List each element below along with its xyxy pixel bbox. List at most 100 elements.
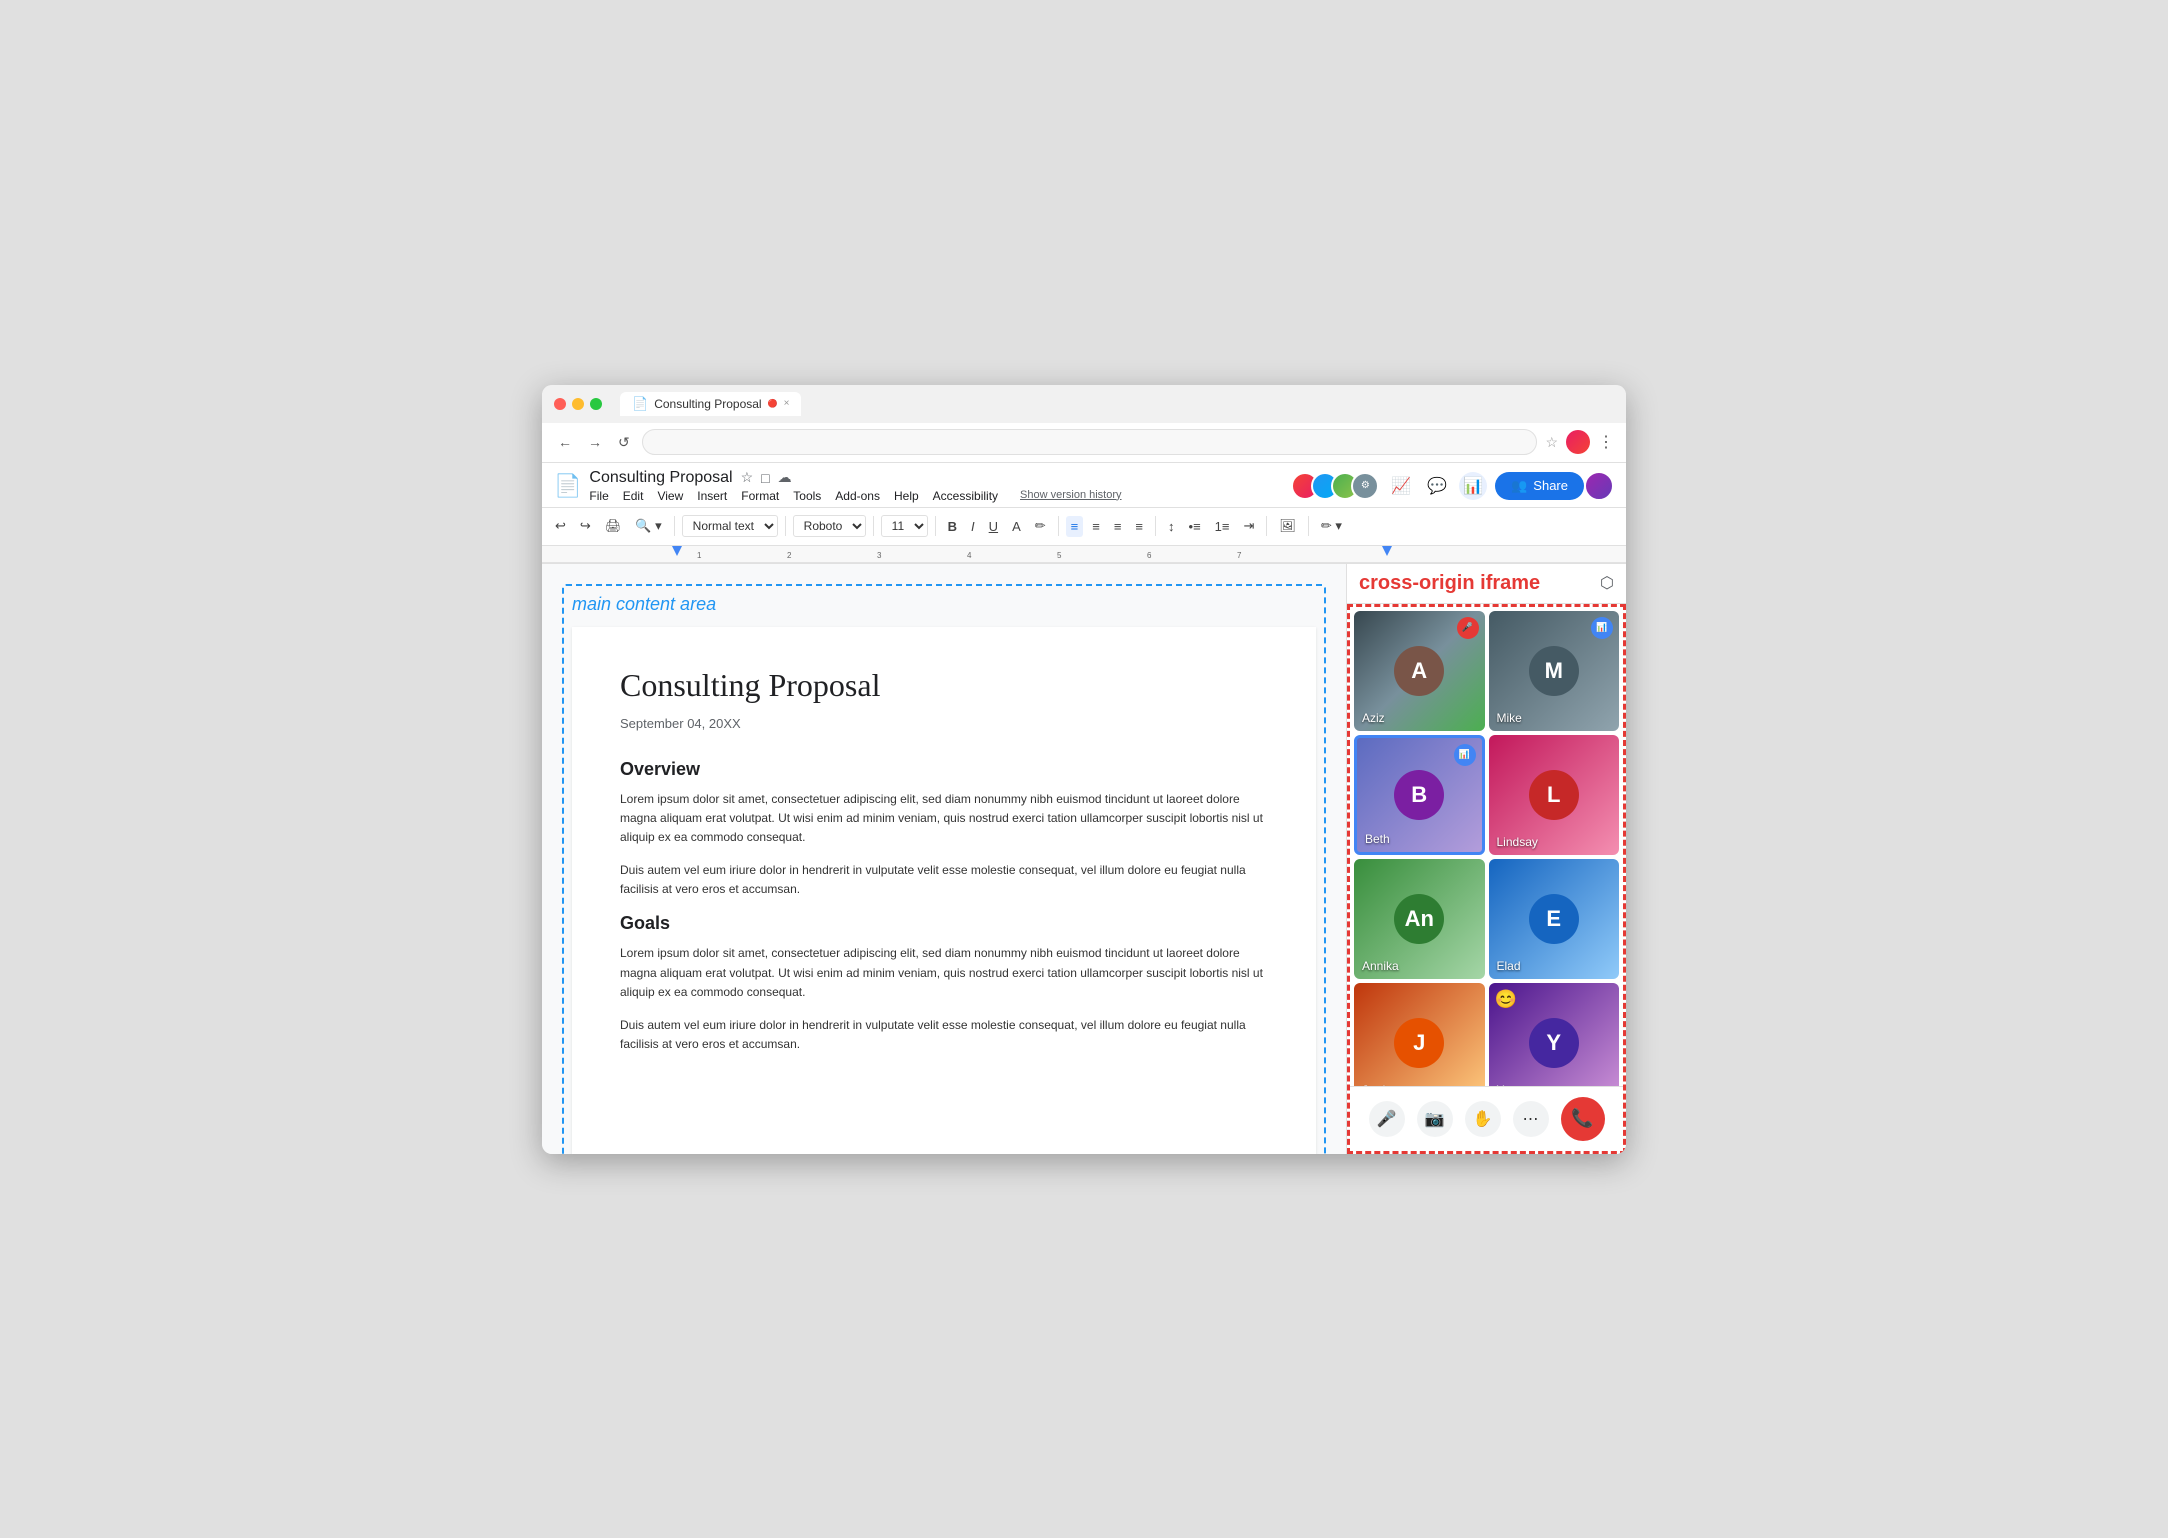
docs-folder-icon[interactable]: □ — [761, 470, 769, 486]
ruler: 1 2 3 4 5 6 7 — [542, 546, 1626, 564]
main-content: main content area Consulting Proposal Se… — [542, 564, 1626, 1154]
video-tile-annika: An Annika — [1354, 859, 1485, 979]
numbered-list-button[interactable]: 1≡ — [1210, 516, 1235, 537]
iframe-label-bar: cross-origin iframe ⬡ — [1347, 564, 1626, 604]
docs-menu-bar: File Edit View Insert Format Tools Add-o… — [589, 489, 1121, 503]
traffic-lights — [554, 398, 602, 410]
lindsay-initial: L — [1529, 770, 1579, 820]
doc-area[interactable]: main content area Consulting Proposal Se… — [542, 564, 1346, 1154]
toolbar-divider-2 — [785, 516, 786, 536]
traffic-light-red[interactable] — [554, 398, 566, 410]
tab-close-button[interactable]: × — [784, 398, 790, 409]
align-justify-button[interactable]: ≡ — [1130, 516, 1148, 537]
docs-title-block: Consulting Proposal ☆ □ ☁ File Edit View… — [589, 469, 1121, 503]
hand-raise-button[interactable]: ✋ — [1465, 1101, 1501, 1137]
undo-button[interactable]: ↩ — [550, 515, 571, 537]
comment-icon-button[interactable]: 💬 — [1423, 472, 1451, 500]
aziz-mic-icon: 🎤 — [1457, 617, 1479, 639]
mic-button[interactable]: 🎤 — [1369, 1101, 1405, 1137]
doc-page[interactable]: Consulting Proposal September 04, 20XX O… — [572, 627, 1316, 1154]
svg-text:2: 2 — [787, 551, 792, 560]
indent-button[interactable]: ⇥ — [1238, 515, 1259, 537]
nav-refresh-button[interactable]: ↺ — [614, 430, 634, 455]
video-tile-beth: B Beth 📊 — [1354, 735, 1485, 855]
doc-heading-goals: Goals — [620, 913, 1268, 934]
toolbar-divider-8 — [1308, 516, 1309, 536]
elad-initial: E — [1529, 894, 1579, 944]
highlight-button[interactable]: ✏ — [1030, 515, 1051, 537]
video-tile-lindsay: L Lindsay — [1489, 735, 1620, 855]
docs-menu-file[interactable]: File — [589, 489, 608, 503]
underline-button[interactable]: U — [984, 516, 1003, 537]
docs-menu-view[interactable]: View — [657, 489, 683, 503]
video-tile-jordan: J Jordan — [1354, 983, 1485, 1086]
share-label: Share — [1533, 478, 1568, 493]
nav-url-input[interactable] — [642, 429, 1538, 455]
iframe-label-text: cross-origin iframe — [1359, 572, 1540, 595]
mike-initial: M — [1529, 646, 1579, 696]
image-button[interactable]: 🖼 — [1274, 515, 1301, 537]
traffic-light-green[interactable] — [590, 398, 602, 410]
docs-header: 📄 Consulting Proposal ☆ □ ☁ File Edit Vi… — [542, 463, 1626, 508]
doc-overview-para-1: Lorem ipsum dolor sit amet, consectetuer… — [620, 790, 1268, 848]
docs-menu-insert[interactable]: Insert — [697, 489, 727, 503]
collaborator-avatars: ⚙ — [1291, 472, 1379, 500]
text-color-button[interactable]: A — [1007, 516, 1026, 537]
docs-menu-format[interactable]: Format — [741, 489, 779, 503]
browser-tab[interactable]: 📄 Consulting Proposal 🔴 × — [620, 392, 801, 416]
jordan-initial: J — [1394, 1018, 1444, 1068]
doc-overview-para-2: Duis autem vel eum iriure dolor in hendr… — [620, 861, 1268, 899]
docs-menu-addons[interactable]: Add-ons — [835, 489, 880, 503]
end-call-button[interactable]: 📞 — [1561, 1097, 1605, 1141]
docs-cloud-icon[interactable]: ☁ — [778, 469, 792, 486]
italic-button[interactable]: I — [966, 516, 980, 537]
mike-speaking-icon: 📊 — [1591, 617, 1613, 639]
zoom-button[interactable]: 🔍 ▾ — [630, 515, 666, 537]
aziz-initial: A — [1394, 646, 1444, 696]
traffic-light-yellow[interactable] — [572, 398, 584, 410]
docs-version-history-link[interactable]: Show version history — [1020, 489, 1122, 503]
nav-back-button[interactable]: ← — [554, 430, 576, 454]
user-profile-avatar[interactable] — [1584, 471, 1614, 501]
nav-menu-icon[interactable]: ⋮ — [1598, 432, 1614, 452]
you-name: You — [1497, 1083, 1517, 1086]
align-right-button[interactable]: ≡ — [1109, 516, 1127, 537]
docs-menu-edit[interactable]: Edit — [623, 489, 644, 503]
print-button[interactable]: 🖨 — [600, 515, 627, 537]
main-content-label: main content area — [572, 594, 1316, 615]
aziz-name: Aziz — [1362, 711, 1385, 725]
docs-menu-help[interactable]: Help — [894, 489, 919, 503]
doc-goals-para-1: Lorem ipsum dolor sit amet, consectetuer… — [620, 944, 1268, 1002]
video-grid: A Aziz 🎤 M Mike 📊 — [1350, 607, 1623, 1086]
redo-button[interactable]: ↪ — [575, 515, 596, 537]
bold-button[interactable]: B — [943, 516, 962, 537]
docs-title-area: 📄 Consulting Proposal ☆ □ ☁ File Edit Vi… — [554, 469, 1122, 503]
share-button[interactable]: 👥 Share — [1495, 472, 1584, 500]
svg-text:5: 5 — [1057, 551, 1062, 560]
font-size-select[interactable]: 11 — [881, 515, 928, 537]
font-select[interactable]: Roboto — [793, 515, 866, 537]
more-options-button[interactable]: ⋯ — [1513, 1101, 1549, 1137]
tab-recording-dot: 🔴 — [768, 399, 778, 408]
docs-star-icon[interactable]: ☆ — [741, 469, 754, 486]
docs-menu-tools[interactable]: Tools — [793, 489, 821, 503]
svg-text:7: 7 — [1237, 551, 1242, 560]
paragraph-style-select[interactable]: Normal text — [682, 515, 778, 537]
doc-title[interactable]: Consulting Proposal — [620, 667, 1268, 704]
docs-menu-accessibility[interactable]: Accessibility — [933, 489, 998, 503]
iframe-open-icon[interactable]: ⬡ — [1600, 573, 1614, 593]
align-left-button[interactable]: ≡ — [1066, 516, 1084, 537]
nav-forward-button[interactable]: → — [584, 430, 606, 454]
camera-button[interactable]: 📷 — [1417, 1101, 1453, 1137]
trending-icon-button[interactable]: 📈 — [1387, 472, 1415, 500]
docs-document-title[interactable]: Consulting Proposal — [589, 469, 732, 487]
align-center-button[interactable]: ≡ — [1087, 516, 1105, 537]
nav-profile-avatar[interactable] — [1566, 430, 1590, 454]
pen-button[interactable]: ✏ ▾ — [1316, 515, 1347, 537]
toolbar-divider-3 — [873, 516, 874, 536]
bullet-list-button[interactable]: •≡ — [1184, 516, 1206, 537]
main-content-dashed-box: main content area Consulting Proposal Se… — [562, 584, 1326, 1154]
bookmark-icon[interactable]: ☆ — [1545, 434, 1558, 451]
line-spacing-button[interactable]: ↕ — [1163, 516, 1180, 537]
voice-icon-button[interactable]: 📊 — [1459, 472, 1487, 500]
